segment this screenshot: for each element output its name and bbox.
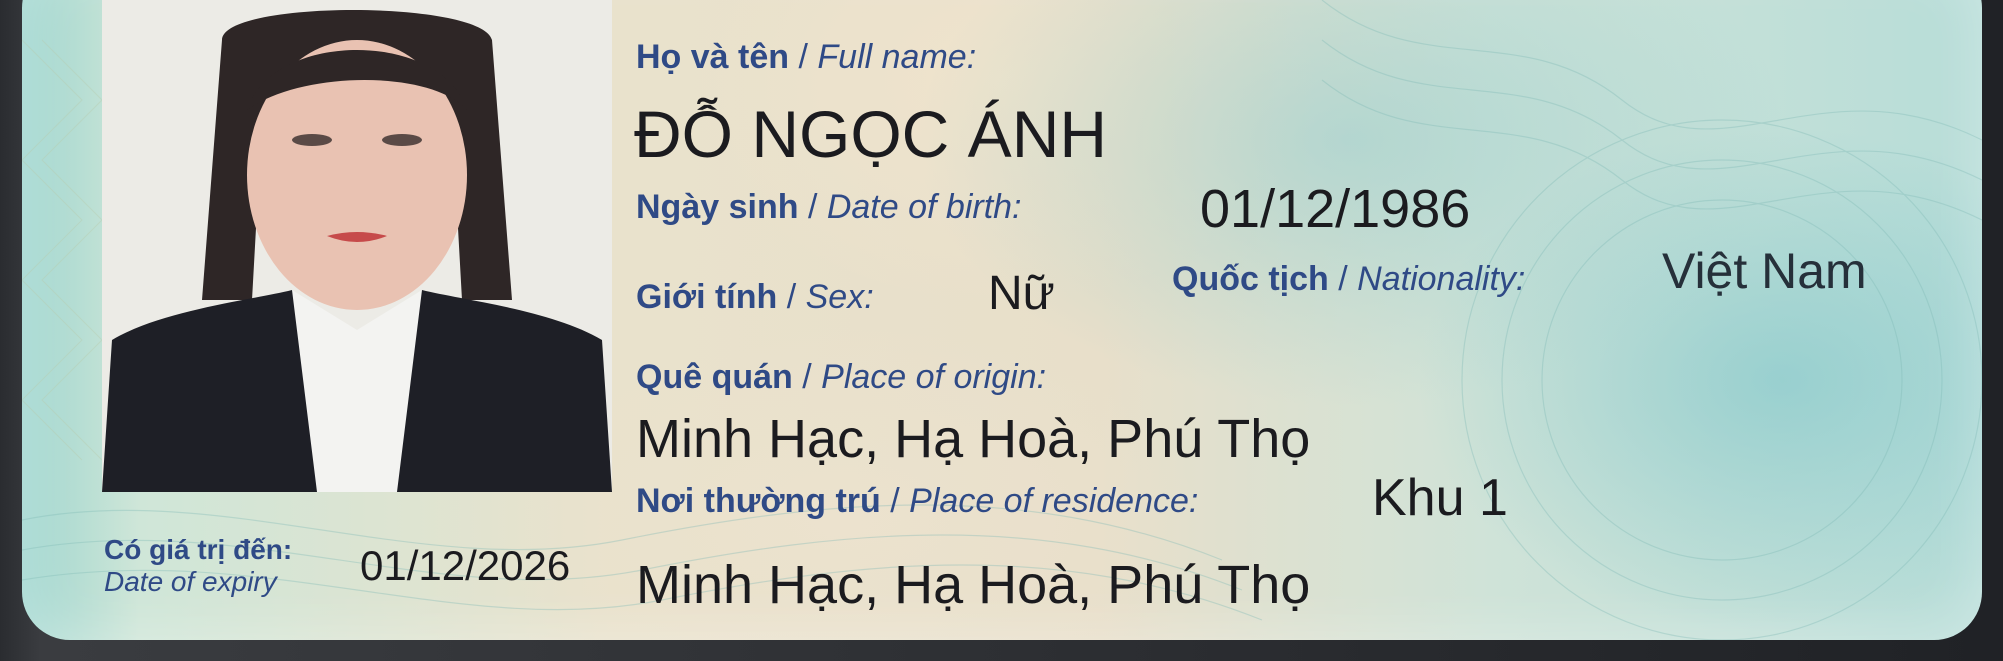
sex-label-separator: / [786,278,797,316]
dob-label-vn: Ngày sinh [636,188,799,226]
origin-label: Quê quán / Place of origin: [636,358,1046,397]
nationality-label-separator: / [1338,260,1348,298]
scene: Họ và tên / Full name: ĐỖ NGỌC ÁNH Ngày … [0,0,2003,661]
residence-line2-value: Minh Hạc, Hạ Hoà, Phú Thọ [636,555,1311,615]
dob-label: Ngày sinh / Date of birth: [636,188,1022,227]
sex-label: Giới tính / Sex: [636,278,874,317]
origin-label-vn: Quê quán [636,358,793,396]
dob-label-separator: / [807,188,818,226]
nationality-label: Quốc tịch / Nationality: [1172,260,1525,299]
portrait-photo [102,0,612,492]
full-name-label-separator: / [798,38,808,76]
residence-label-vn: Nơi thường trú [636,482,881,520]
full-name-label-en: Full name: [817,38,977,76]
residence-label: Nơi thường trú / Place of residence: [636,482,1198,521]
expiry-label-vn: Có giá trị đến: [104,534,293,565]
residence-label-en: Place of residence: [909,482,1199,520]
expiry-label: Có giá trị đến: Date of expiry [104,534,292,598]
id-card: Họ và tên / Full name: ĐỖ NGỌC ÁNH Ngày … [22,0,1982,640]
full-name-label: Họ và tên / Full name: [636,38,976,77]
nationality-value: Việt Nam [1662,243,1867,299]
sex-value: Nữ [988,267,1055,320]
sex-label-en: Sex: [805,278,874,316]
residence-label-separator: / [890,482,900,520]
expiry-value: 01/12/2026 [360,542,571,589]
expiry-label-en: Date of expiry [104,566,277,598]
residence-line1-value: Khu 1 [1372,469,1508,527]
origin-label-separator: / [802,358,812,396]
full-name-label-vn: Họ và tên [636,38,790,76]
dob-label-en: Date of birth: [826,188,1022,226]
dob-value: 01/12/1986 [1200,179,1471,239]
origin-label-en: Place of origin: [821,358,1047,396]
origin-value: Minh Hạc, Hạ Hoà, Phú Thọ [636,409,1311,469]
full-name-value: ĐỖ NGỌC ÁNH [634,97,1108,171]
sex-label-vn: Giới tính [636,278,778,316]
nationality-label-en: Nationality: [1357,260,1526,298]
nationality-label-vn: Quốc tịch [1172,260,1329,298]
